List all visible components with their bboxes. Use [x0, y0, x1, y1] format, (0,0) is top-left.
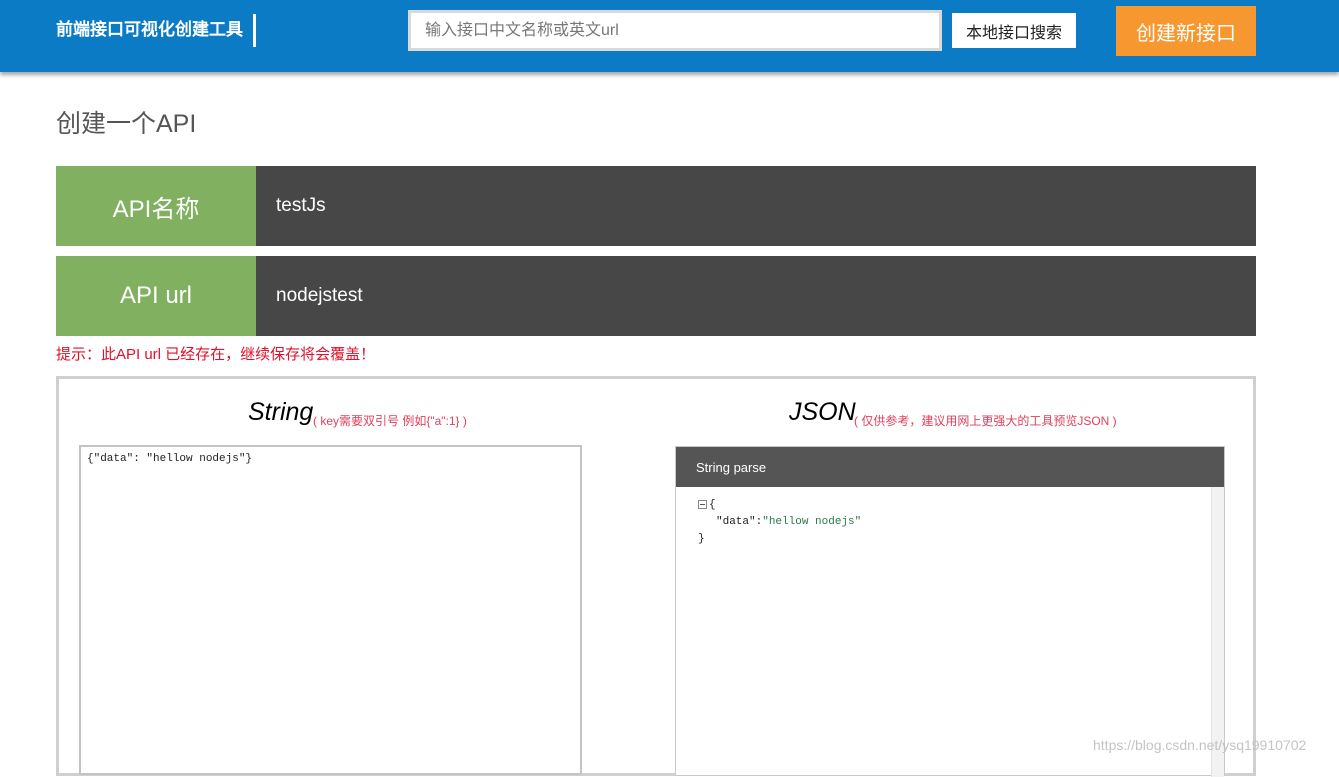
json-close-brace: }: [698, 533, 705, 545]
api-name-row: API名称: [56, 166, 1256, 246]
json-close-line: }: [698, 531, 861, 548]
app-brand[interactable]: 前端接口可视化创建工具: [56, 19, 243, 41]
json-entry: "data":"hellow nodejs": [698, 514, 861, 531]
editor-panel: String ( key需要双引号 例如{"a":1} ) JSON ( 仅供参…: [56, 376, 1256, 777]
json-open-brace: {: [709, 499, 716, 511]
string-editor[interactable]: {"data": "hellow nodejs"}: [79, 445, 582, 775]
json-value: "hellow nodejs": [762, 516, 862, 528]
api-url-label: API url: [56, 256, 256, 336]
api-url-row: API url: [56, 256, 1256, 336]
string-title: String: [248, 398, 314, 426]
api-url-input[interactable]: [256, 256, 1256, 336]
json-title: JSON: [789, 398, 856, 426]
brand-divider: [253, 14, 256, 47]
string-hint: ( key需要双引号 例如{"a":1} ): [313, 414, 467, 428]
api-name-label: API名称: [56, 166, 256, 246]
json-open-line: {: [698, 497, 861, 514]
json-viewer: String parse { "data":"hellow nodejs" }: [675, 446, 1225, 777]
json-viewer-header: String parse: [676, 447, 1224, 487]
local-search-button[interactable]: 本地接口搜索: [952, 13, 1076, 48]
json-tree: { "data":"hellow nodejs" }: [698, 497, 861, 548]
top-navbar: 前端接口可视化创建工具 本地接口搜索 创建新接口: [0, 0, 1339, 72]
json-hint: ( 仅供参考，建议用网上更强大的工具预览JSON ): [854, 414, 1117, 428]
search-input[interactable]: [408, 10, 942, 51]
collapse-icon[interactable]: [698, 499, 707, 509]
create-api-button[interactable]: 创建新接口: [1116, 6, 1256, 56]
api-name-input[interactable]: [256, 166, 1256, 246]
page-title: 创建一个API: [56, 110, 197, 138]
json-key: "data": [716, 516, 756, 528]
watermark: https://blog.csdn.net/ysq19910702: [1093, 737, 1307, 753]
json-viewer-scrollbar[interactable]: [1211, 487, 1224, 777]
url-exists-warning: 提示：此API url 已经存在，继续保存将会覆盖！: [56, 346, 376, 363]
